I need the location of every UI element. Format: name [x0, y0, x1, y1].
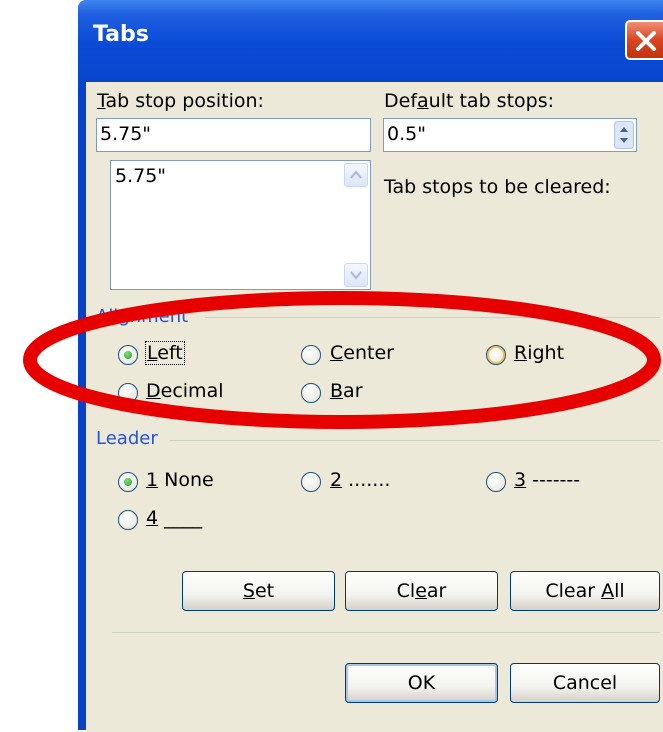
- dialog-title: Tabs: [93, 22, 149, 47]
- default-tab-stops-spinner[interactable]: [614, 121, 634, 149]
- set-button[interactable]: Set: [182, 571, 335, 611]
- clear-all-button[interactable]: Clear All: [510, 571, 660, 611]
- scroll-down-button[interactable]: [344, 263, 368, 287]
- tab-stop-position-input[interactable]: 5.75": [96, 118, 371, 152]
- scroll-up-button[interactable]: [344, 163, 368, 187]
- cancel-button[interactable]: Cancel: [510, 663, 660, 703]
- leader-group-label: Leader: [96, 428, 158, 449]
- list-item[interactable]: 5.75": [115, 165, 366, 187]
- spinner-icon: [614, 121, 634, 149]
- close-button[interactable]: [625, 20, 663, 60]
- tab-stop-position-label: Tab stop position:: [97, 90, 264, 112]
- leader-divider: [170, 440, 660, 441]
- leader-dashes-label[interactable]: 3 -------: [514, 469, 580, 491]
- close-icon: [636, 31, 656, 51]
- annotation-oval: [23, 291, 661, 429]
- clear-button[interactable]: Clear: [345, 571, 498, 611]
- default-tab-stops-label: Default tab stops:: [384, 90, 555, 112]
- title-bar[interactable]: [78, 0, 663, 82]
- chevron-up-icon: [350, 170, 362, 179]
- leader-underline-label[interactable]: 4 ____: [146, 507, 202, 529]
- button-separator: [112, 632, 660, 633]
- chevron-down-icon: [350, 271, 362, 280]
- ok-button[interactable]: OK: [345, 663, 498, 703]
- leader-none-label[interactable]: 1 None: [146, 469, 214, 491]
- leader-dots-label[interactable]: 2 .......: [330, 469, 390, 491]
- leader-underline-radio[interactable]: [118, 510, 138, 530]
- default-tab-stops-input[interactable]: 0.5": [383, 118, 637, 152]
- leader-dots-radio[interactable]: [301, 472, 321, 492]
- tab-stop-list[interactable]: 5.75": [110, 160, 371, 290]
- tab-stops-cleared-label: Tab stops to be cleared:: [384, 176, 611, 198]
- leader-none-radio[interactable]: [118, 472, 138, 492]
- leader-dashes-radio[interactable]: [486, 472, 506, 492]
